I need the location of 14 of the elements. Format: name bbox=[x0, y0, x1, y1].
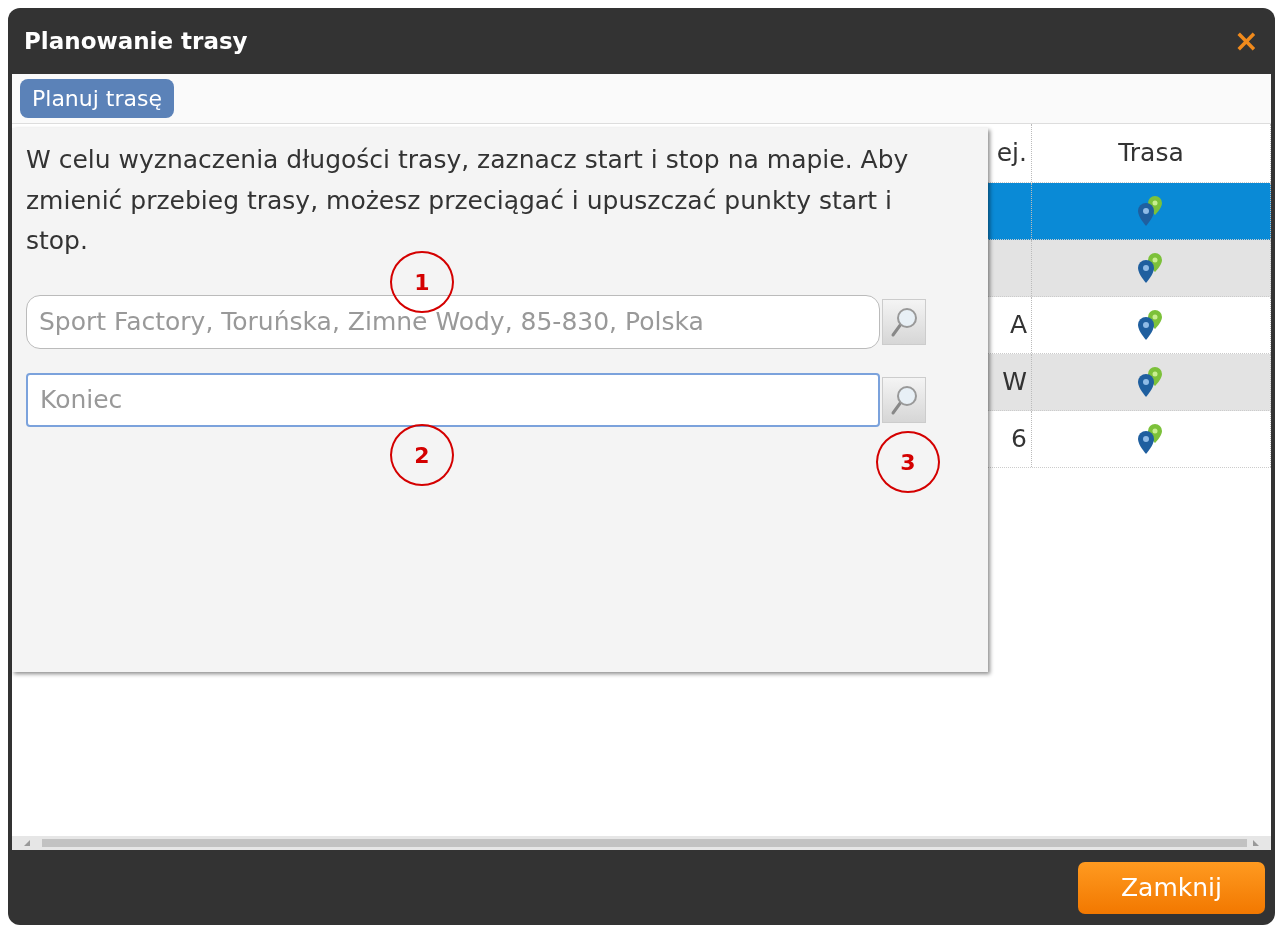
window-title: Planowanie trasy bbox=[24, 26, 248, 56]
annotation-marker: 1 bbox=[390, 251, 454, 313]
annotation-marker: 3 bbox=[876, 431, 940, 493]
table-cell-text: 6 bbox=[1011, 423, 1027, 456]
column-header[interactable]: Trasa bbox=[1118, 134, 1184, 172]
table-cell-text: W bbox=[1002, 366, 1027, 399]
table-row[interactable]: 6 bbox=[988, 411, 1271, 468]
table-row[interactable]: W bbox=[988, 354, 1271, 411]
column-header[interactable]: ej. bbox=[996, 134, 1027, 172]
address-field[interactable]: Koniec bbox=[26, 372, 880, 427]
annotation-marker: 2 bbox=[390, 424, 454, 486]
plan-route-button[interactable]: Planuj trasę bbox=[20, 79, 174, 118]
close-button[interactable]: × bbox=[1229, 26, 1263, 56]
table-cell-text: A bbox=[1009, 309, 1027, 342]
